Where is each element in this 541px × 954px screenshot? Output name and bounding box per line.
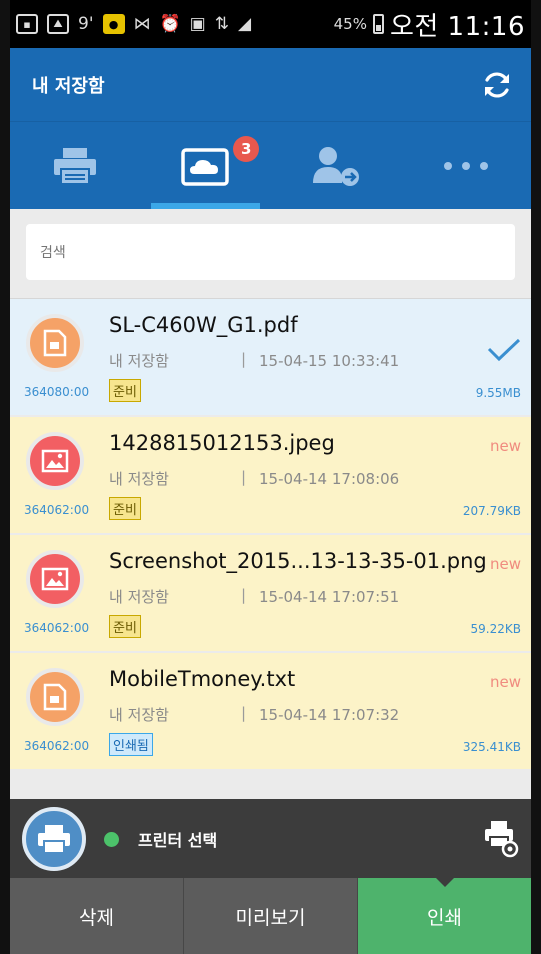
file-size: 59.22KB <box>470 622 521 636</box>
printer-icon <box>54 147 97 185</box>
image-file-icon <box>41 567 69 591</box>
job-id: 364080:00 <box>24 385 90 399</box>
refresh-button[interactable] <box>479 67 515 103</box>
battery-icon <box>372 14 384 34</box>
printer-select-label: 프린터 선택 <box>138 831 218 850</box>
tab-users[interactable] <box>271 122 401 209</box>
list-item[interactable]: 364062:00 1428815012153.jpeg new 내 저장함 |… <box>10 417 531 535</box>
document-icon <box>43 683 67 711</box>
new-tag: new <box>489 437 521 455</box>
tab-bar: 3 <box>10 121 531 209</box>
file-location: 내 저장함 <box>109 588 169 606</box>
file-name: 1428815012153.jpeg <box>109 431 335 455</box>
file-type-avatar <box>26 314 84 372</box>
new-tag: new <box>489 555 521 573</box>
status-badge: 준비 <box>109 379 141 402</box>
delete-button[interactable]: 삭제 <box>10 878 183 954</box>
kakaotalk-icon: ● <box>102 14 125 34</box>
printer-avatar <box>22 807 86 871</box>
alarm-icon: ⏰ <box>159 14 181 34</box>
clock: 오전 11:16 <box>389 11 525 42</box>
tab-storage[interactable]: 3 <box>140 122 270 209</box>
status-bar: ▪ ⛰ 9' ● ⋈ ⏰ ▣ ⇅ ◢ 45% 오전 11:16 <box>10 0 531 48</box>
status-badge: 준비 <box>109 497 141 520</box>
separator: | <box>241 350 247 368</box>
action-bar: 삭제 미리보기 인쇄 <box>10 877 531 954</box>
list-item[interactable]: 364080:00 SL-C460W_G1.pdf 내 저장함 | 15-04-… <box>10 299 531 417</box>
file-name: Screenshot_2015...13-13-35-01.png <box>109 549 487 573</box>
cloud-inbox-icon <box>181 147 230 186</box>
file-size: 9.55MB <box>475 386 521 400</box>
tab-printers[interactable] <box>10 122 140 209</box>
user-forward-icon <box>312 146 359 186</box>
refresh-icon <box>485 71 509 98</box>
notification-icon: ▪ <box>16 14 38 34</box>
notification-glyph: 9' <box>78 14 94 34</box>
status-badge: 준비 <box>109 615 141 638</box>
check-icon[interactable] <box>487 337 521 363</box>
page-title: 내 저장함 <box>32 75 105 97</box>
document-icon <box>43 329 67 357</box>
file-type-avatar <box>26 668 84 726</box>
file-date: 15-04-14 17:07:51 <box>259 588 400 606</box>
list-item[interactable]: 364062:00 Screenshot_2015...13-13-35-01.… <box>10 535 531 653</box>
app-header: 내 저장함 <box>10 48 531 121</box>
file-date: 15-04-15 10:33:41 <box>259 352 400 370</box>
job-id: 364062:00 <box>24 621 90 635</box>
more-icon <box>443 161 488 170</box>
job-id: 364062:00 <box>24 503 90 517</box>
print-button[interactable]: 인쇄 <box>358 877 531 954</box>
file-location: 내 저장함 <box>109 706 169 724</box>
file-type-avatar <box>26 432 84 490</box>
list-item[interactable]: 364062:00 MobileTmoney.txt new 내 저장함 | 1… <box>10 653 531 771</box>
file-date: 15-04-14 17:07:32 <box>259 706 400 724</box>
app-frame: ▪ ⛰ 9' ● ⋈ ⏰ ▣ ⇅ ◢ 45% 오전 11:16 내 저장함 3 … <box>10 0 531 954</box>
image-icon: ⛰ <box>47 14 69 34</box>
new-tag: new <box>489 673 521 691</box>
signal-icon: ◢ <box>237 14 252 34</box>
mute-vibrate-icon: ⋈ <box>133 14 151 34</box>
job-id: 364062:00 <box>24 739 90 753</box>
printer-select-bar[interactable]: 프린터 선택 <box>10 799 531 878</box>
printer-status-dot <box>104 832 119 847</box>
separator: | <box>241 704 247 722</box>
printer-icon <box>38 825 70 854</box>
separator: | <box>241 468 247 486</box>
status-badge: 인쇄됨 <box>109 733 153 756</box>
file-date: 15-04-14 17:08:06 <box>259 470 400 488</box>
file-location: 내 저장함 <box>109 470 169 488</box>
separator: | <box>241 586 247 604</box>
preview-button[interactable]: 미리보기 <box>183 878 358 954</box>
file-type-avatar <box>26 550 84 608</box>
file-name: SL-C460W_G1.pdf <box>109 313 298 337</box>
notification-badge: 3 <box>233 136 260 162</box>
file-name: MobileTmoney.txt <box>109 667 296 691</box>
file-list: 364080:00 SL-C460W_G1.pdf 내 저장함 | 15-04-… <box>10 298 531 771</box>
battery-percent: 45% <box>333 15 367 33</box>
printer-settings-icon[interactable] <box>483 819 519 859</box>
image-file-icon <box>41 449 69 473</box>
search-input[interactable] <box>26 224 515 280</box>
tab-more[interactable] <box>401 122 531 209</box>
search-container <box>10 209 531 298</box>
file-size: 207.79KB <box>462 504 521 518</box>
file-size: 325.41KB <box>462 740 521 754</box>
screen-mirror-icon: ▣ <box>189 14 206 34</box>
lte-icon: ⇅ <box>214 14 229 34</box>
file-location: 내 저장함 <box>109 352 169 370</box>
